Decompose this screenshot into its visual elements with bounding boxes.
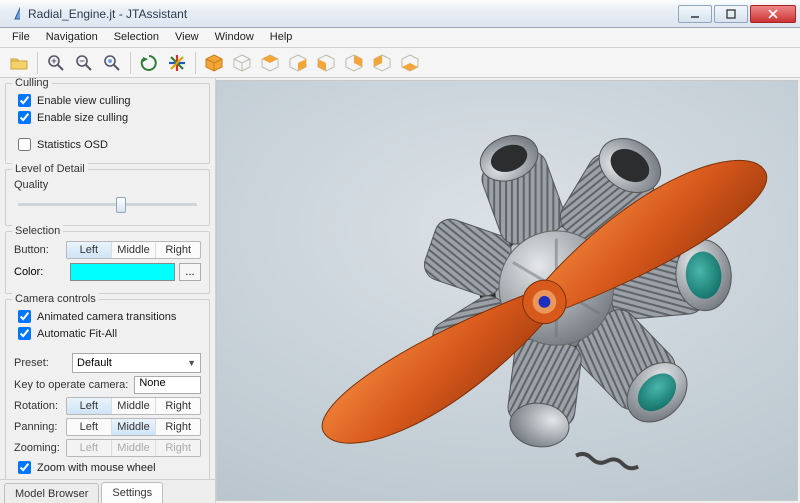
chk-auto-fit-all[interactable]: Automatic Fit-All [18,327,197,340]
toolbar [0,48,800,78]
window-title: Radial_Engine.jt - JTAssistant [28,7,676,21]
rotation-label: Rotation: [14,400,66,412]
quality-slider[interactable] [18,195,197,213]
chk-view-culling-label: Enable view culling [37,95,131,107]
menu-navigation[interactable]: Navigation [38,28,106,47]
group-lod-legend: Level of Detail [12,163,88,175]
key-operate-label: Key to operate camera: [14,379,128,391]
viewport-3d[interactable] [216,80,798,501]
selection-button-seg[interactable]: Left Middle Right [66,241,201,259]
cube-half6-icon[interactable] [397,50,423,76]
selection-left[interactable]: Left [67,242,112,258]
chk-statistics-osd[interactable]: Statistics OSD [18,138,197,151]
minimize-button[interactable] [678,5,712,23]
chk-statistics-osd-label: Statistics OSD [37,139,108,151]
selection-color-more[interactable]: ... [179,263,201,281]
panning-right[interactable]: Right [156,419,200,435]
zoom-fit-icon[interactable] [99,50,125,76]
chk-animated-camera[interactable]: Animated camera transitions [18,310,197,323]
menu-file[interactable]: File [4,28,38,47]
selection-color-label: Color: [14,266,66,278]
cube-solid-icon[interactable] [201,50,227,76]
preset-value: Default [77,357,112,369]
zooming-middle: Middle [112,440,157,456]
group-selection: Selection Button: Left Middle Right Colo… [5,231,210,294]
main-area: Culling Enable view culling Enable size … [0,78,800,503]
chevron-down-icon: ▼ [187,358,196,368]
chk-auto-fit-all-label: Automatic Fit-All [37,328,117,340]
zooming-right: Right [156,440,200,456]
rotation-right[interactable]: Right [156,398,200,414]
menu-bar: File Navigation Selection View Window He… [0,28,800,48]
group-culling: Culling Enable view culling Enable size … [5,83,210,164]
rotation-middle[interactable]: Middle [112,398,157,414]
menu-view[interactable]: View [167,28,207,47]
starburst-icon[interactable] [164,50,190,76]
menu-help[interactable]: Help [262,28,301,47]
app-icon [8,6,24,22]
tab-model-browser[interactable]: Model Browser [4,483,99,503]
zooming-seg: Left Middle Right [66,439,201,457]
quality-label: Quality [14,179,48,191]
menu-window[interactable]: Window [207,28,262,47]
group-camera: Camera controls Animated camera transiti… [5,299,210,479]
selection-color-swatch[interactable] [70,263,175,281]
open-file-icon[interactable] [6,50,32,76]
panning-label: Panning: [14,421,66,433]
cube-wire-icon[interactable] [229,50,255,76]
maximize-button[interactable] [714,5,748,23]
rotation-seg[interactable]: Left Middle Right [66,397,201,415]
preset-label: Preset: [14,357,66,369]
panning-seg[interactable]: Left Middle Right [66,418,201,436]
side-tabs: Model Browser Settings [0,479,215,503]
panning-left[interactable]: Left [67,419,112,435]
menu-selection[interactable]: Selection [106,28,167,47]
rotate-icon[interactable] [136,50,162,76]
cube-half1-icon[interactable] [257,50,283,76]
group-selection-legend: Selection [12,225,63,237]
zooming-label: Zooming: [14,442,66,454]
zoom-in-icon[interactable] [43,50,69,76]
key-operate-field[interactable]: None [134,376,201,394]
selection-right[interactable]: Right [156,242,200,258]
side-panel: Culling Enable view culling Enable size … [0,78,216,503]
toolbar-sep [130,52,131,74]
panning-middle[interactable]: Middle [112,419,157,435]
cube-half2-icon[interactable] [285,50,311,76]
selection-middle[interactable]: Middle [112,242,157,258]
chk-zoom-wheel[interactable]: Zoom with mouse wheel [18,461,197,474]
cube-half4-icon[interactable] [341,50,367,76]
zoom-out-icon[interactable] [71,50,97,76]
selection-button-label: Button: [14,244,66,256]
group-camera-legend: Camera controls [12,293,99,305]
title-bar: Radial_Engine.jt - JTAssistant [0,0,800,28]
chk-size-culling-label: Enable size culling [37,112,128,124]
cube-half3-icon[interactable] [313,50,339,76]
close-button[interactable] [750,5,796,23]
toolbar-sep [37,52,38,74]
key-operate-value: None [139,377,165,389]
chk-size-culling[interactable]: Enable size culling [18,111,197,124]
chk-zoom-wheel-label: Zoom with mouse wheel [37,462,156,474]
chk-animated-camera-label: Animated camera transitions [37,311,176,323]
chk-view-culling[interactable]: Enable view culling [18,94,197,107]
tab-settings[interactable]: Settings [101,482,163,503]
zooming-left: Left [67,440,112,456]
toolbar-sep [195,52,196,74]
group-lod: Level of Detail Quality [5,169,210,226]
group-culling-legend: Culling [12,78,52,89]
rotation-left[interactable]: Left [67,398,112,414]
preset-combo[interactable]: Default ▼ [72,353,201,373]
cube-half5-icon[interactable] [369,50,395,76]
